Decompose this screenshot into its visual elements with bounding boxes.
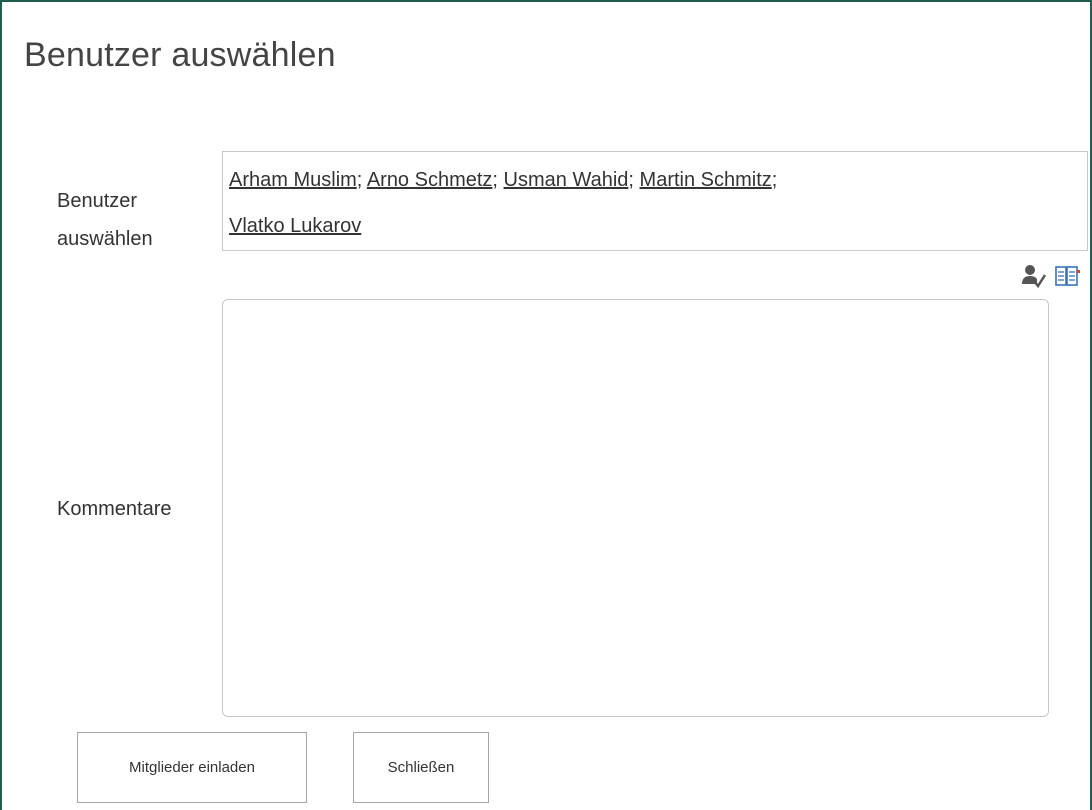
user-separator: ; [628, 169, 634, 191]
selected-user-3[interactable]: Usman Wahid [504, 169, 629, 191]
selected-user-2[interactable]: Arno Schmetz [367, 169, 493, 191]
selected-user-4[interactable]: Martin Schmitz [640, 169, 772, 191]
people-picker-field[interactable]: Arham Muslim; Arno Schmetz; Usman Wahid;… [222, 151, 1088, 251]
user-separator: ; [492, 169, 498, 191]
users-field-label: Benutzer auswählen [57, 190, 153, 250]
browse-address-book-icon[interactable] [1053, 262, 1081, 290]
invite-members-button[interactable]: Mitglieder einladen [77, 732, 307, 803]
check-names-icon[interactable] [1019, 262, 1047, 290]
user-separator: ; [771, 169, 778, 191]
selected-user-5[interactable]: Vlatko Lukarov [229, 215, 361, 237]
picker-icons [1019, 260, 1081, 292]
close-button[interactable]: Schließen [353, 732, 489, 803]
selected-user-1[interactable]: Arham Muslim [229, 169, 357, 191]
user-separator: ; [356, 169, 363, 191]
comments-textarea[interactable] [222, 299, 1049, 717]
dialog-title: Benutzer auswählen [24, 36, 336, 74]
select-users-dialog: Benutzer auswählen Benutzer auswählen Ar… [0, 0, 1092, 810]
comments-field-label: Kommentare [57, 498, 172, 520]
